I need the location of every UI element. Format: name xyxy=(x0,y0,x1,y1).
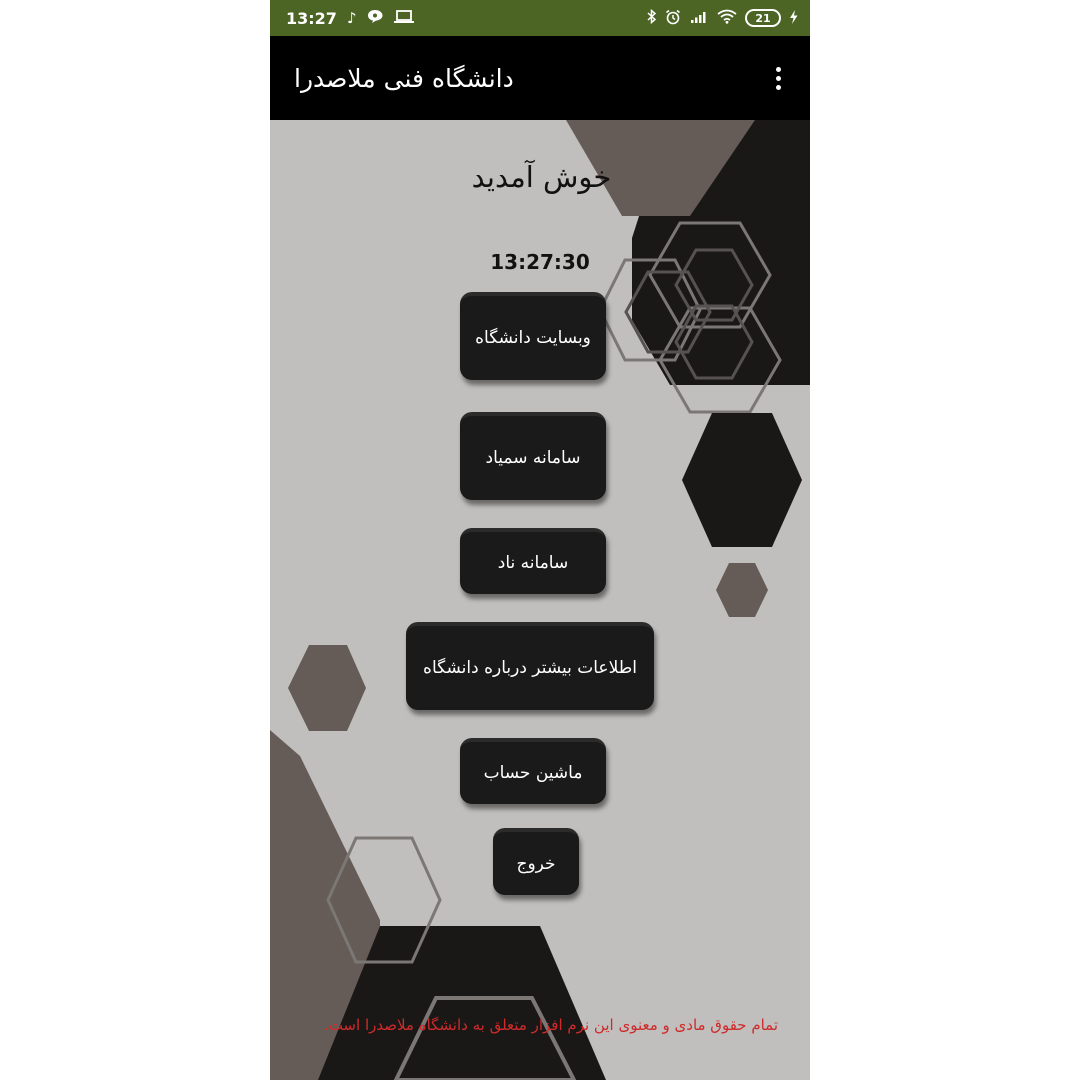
wifi-icon xyxy=(717,9,737,27)
copyright-footer: تمام حقوق مادی و معنوی این نرم افزار متع… xyxy=(323,1016,779,1034)
status-bar: 13:27 ♪ 21 xyxy=(270,0,810,36)
tiktok-icon: ♪ xyxy=(346,8,357,27)
calculator-button[interactable]: ماشین حساب xyxy=(460,738,606,804)
phone-screen: 13:27 ♪ 21 دانشگاه فنی ملاصدرا خوش آمدید… xyxy=(270,0,810,1080)
nad-system-button[interactable]: سامانه ناد xyxy=(460,528,606,594)
battery-indicator: 21 xyxy=(745,9,781,27)
welcome-heading: خوش آمدید xyxy=(471,160,612,194)
laptop-icon xyxy=(393,9,414,27)
digital-clock: 13:27:30 xyxy=(490,250,590,274)
charging-icon xyxy=(789,9,798,27)
more-info-button[interactable]: اطلاعات بیشتر درباره دانشگاه xyxy=(406,622,654,710)
university-website-button[interactable]: وبسایت دانشگاه xyxy=(460,292,606,380)
chat-icon xyxy=(367,9,384,27)
status-bar-right: 21 xyxy=(647,8,798,28)
app-bar: دانشگاه فنی ملاصدرا xyxy=(270,36,810,120)
overflow-menu-icon[interactable] xyxy=(768,63,788,93)
bluetooth-icon xyxy=(647,8,657,27)
status-bar-left: 13:27 ♪ xyxy=(286,9,414,28)
samyad-system-button[interactable]: سامانه سمیاد xyxy=(460,412,606,500)
app-title: دانشگاه فنی ملاصدرا xyxy=(294,63,514,93)
exit-button[interactable]: خروج xyxy=(493,828,579,895)
status-time: 13:27 xyxy=(286,8,337,28)
alarm-icon xyxy=(665,9,681,28)
signal-icon xyxy=(689,10,709,27)
